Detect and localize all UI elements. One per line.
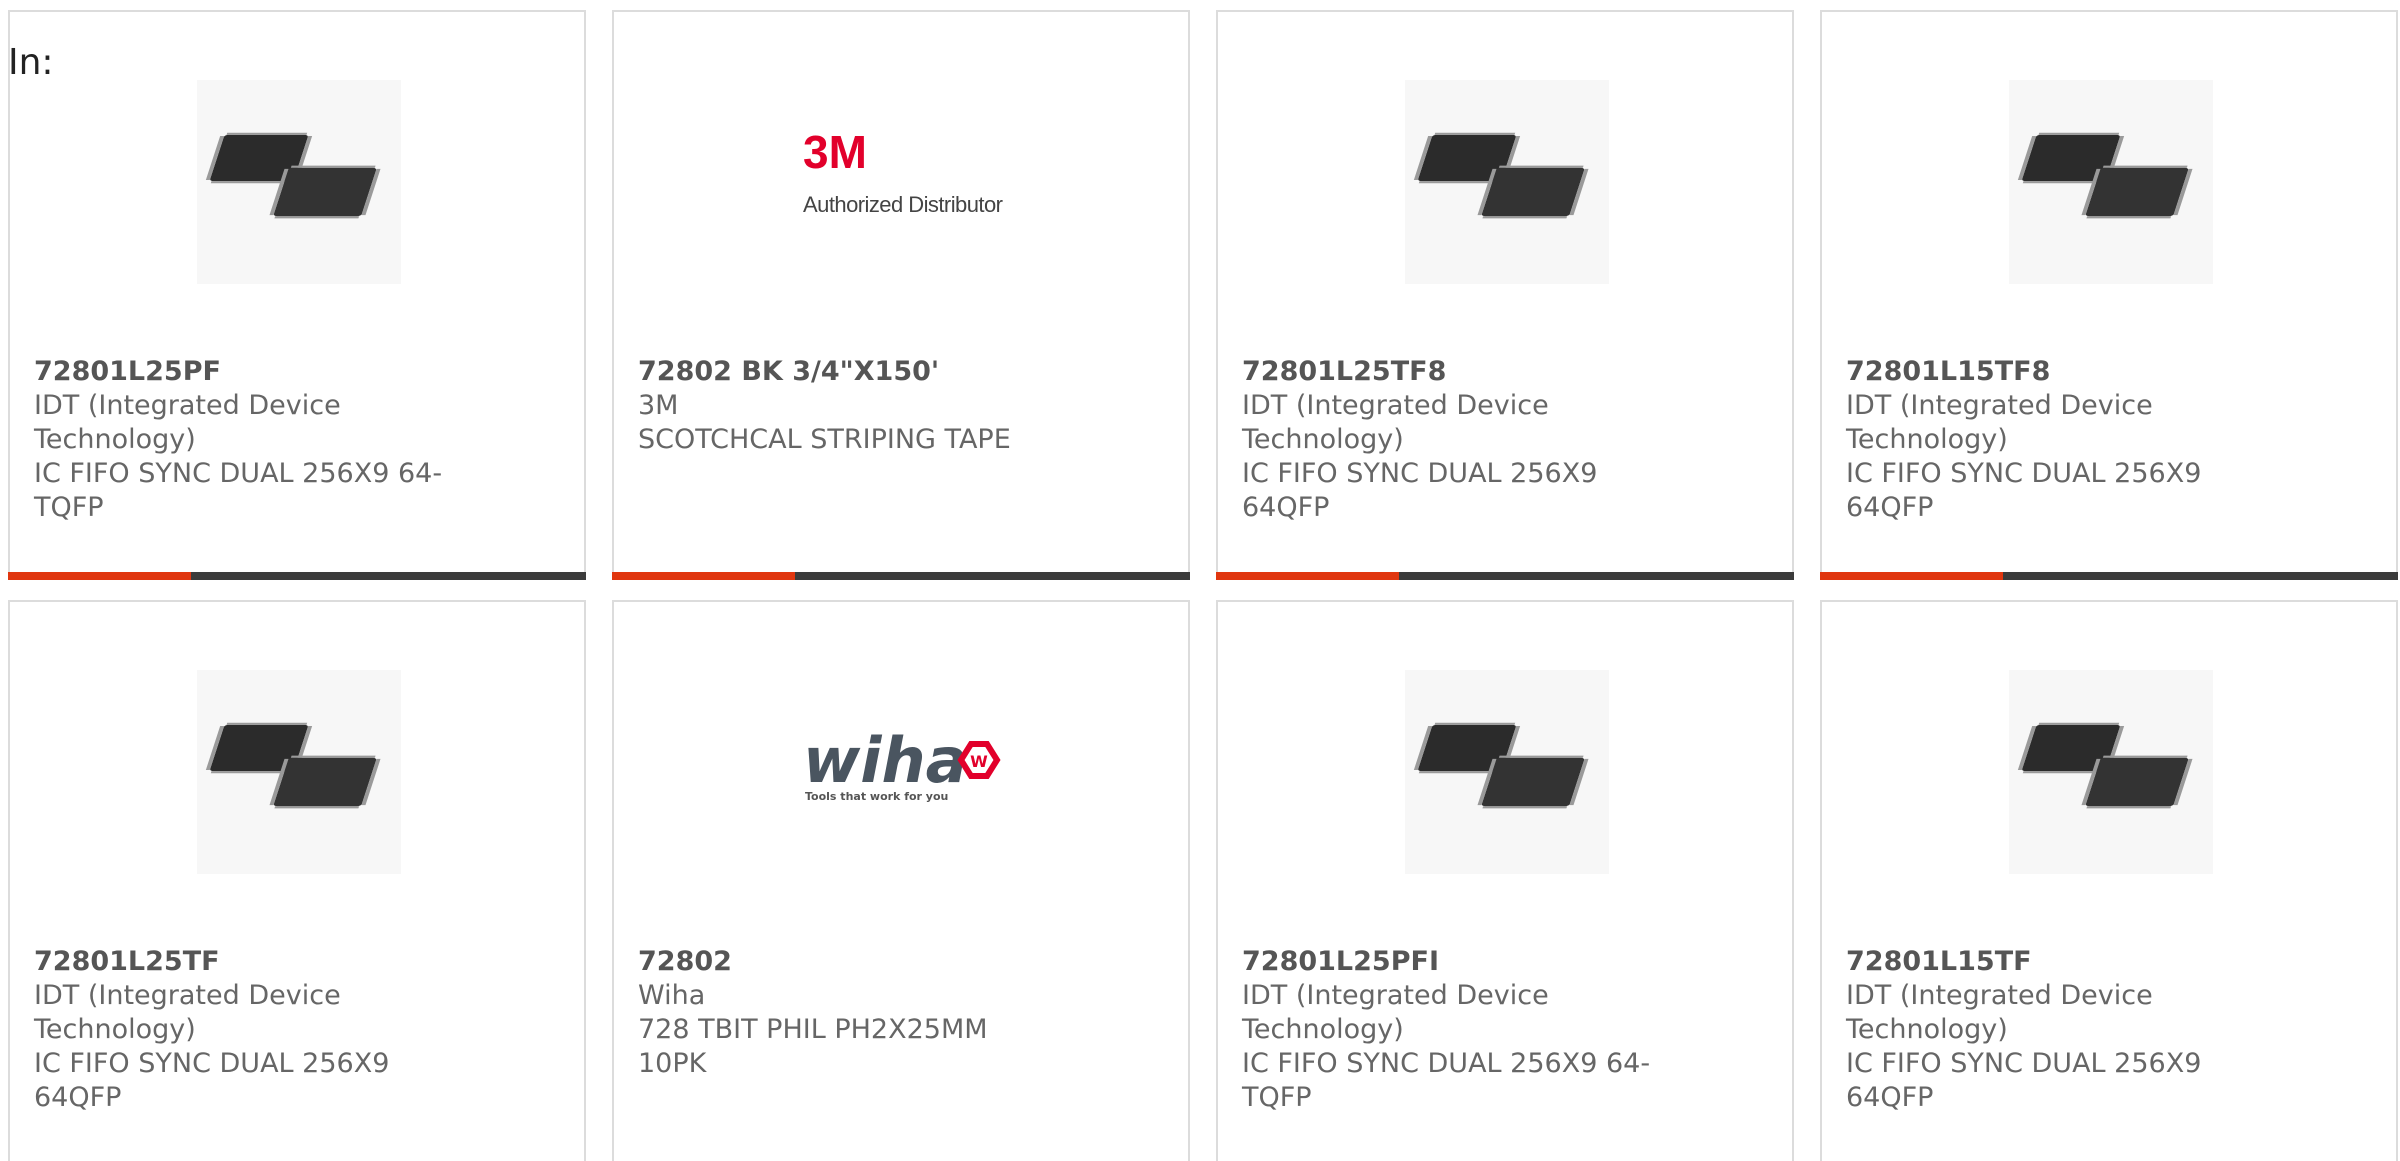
manufacturer: IDT (Integrated Device Technology)	[1846, 390, 2153, 455]
part-number[interactable]: 72801L15TF8	[1846, 355, 2266, 389]
product-info: 72801L25TF IDT (Integrated Device Techno…	[34, 945, 454, 1115]
card-accent-bar	[1216, 572, 1399, 580]
part-number[interactable]: 72801L15TF	[1846, 945, 2266, 979]
product-grid-page: In: 72801L25PF IDT (Integrated Device Te…	[0, 0, 2400, 1161]
manufacturer: IDT (Integrated Device Technology)	[1846, 980, 2153, 1045]
card-accent-bar	[1820, 572, 2003, 580]
card-accent-bar	[612, 572, 795, 580]
product-card[interactable]: 72801L25PFI IDT (Integrated Device Techn…	[1216, 600, 1794, 1161]
manufacturer: IDT (Integrated Device Technology)	[1242, 390, 1549, 455]
description: IC FIFO SYNC DUAL 256X9 64-TQFP	[34, 458, 443, 523]
description: IC FIFO SYNC DUAL 256X9 64-TQFP	[1242, 1048, 1651, 1113]
product-info: 72802 Wiha 728 TBIT PHIL PH2X25MM 10PK	[638, 945, 1058, 1081]
wiha-tagline: Tools that work for you	[805, 790, 948, 803]
qfp-chip-icon	[1405, 80, 1609, 284]
part-number[interactable]: 72801L25TF8	[1242, 355, 1662, 389]
description: 728 TBIT PHIL PH2X25MM 10PK	[638, 1014, 988, 1079]
product-card[interactable]: 72801L25TF8 IDT (Integrated Device Techn…	[1216, 10, 1794, 580]
part-number[interactable]: 72802 BK 3/4"X150'	[638, 355, 1058, 389]
description: IC FIFO SYNC DUAL 256X9 64QFP	[1846, 1048, 2202, 1113]
card-bottom-bar	[1820, 572, 2398, 580]
product-card[interactable]: 72801L25PF IDT (Integrated Device Techno…	[8, 10, 586, 580]
qfp-chip-icon	[197, 670, 401, 874]
product-info: 72802 BK 3/4"X150' 3M SCOTCHCAL STRIPING…	[638, 355, 1058, 457]
3m-logo: 3M Authorized Distributor	[801, 80, 1005, 284]
product-card[interactable]: 72801L15TF8 IDT (Integrated Device Techn…	[1820, 10, 2398, 580]
card-bottom-bar	[612, 572, 1190, 580]
manufacturer: IDT (Integrated Device Technology)	[34, 980, 341, 1045]
part-number[interactable]: 72801L25PF	[34, 355, 454, 389]
product-card[interactable]: 3M Authorized Distributor 72802 BK 3/4"X…	[612, 10, 1190, 580]
product-card[interactable]: wiha W Tools that work for you 72802 Wih…	[612, 600, 1190, 1161]
product-info: 72801L25TF8 IDT (Integrated Device Techn…	[1242, 355, 1662, 525]
product-card[interactable]: 72801L15TF IDT (Integrated Device Techno…	[1820, 600, 2398, 1161]
card-accent-bar	[8, 572, 191, 580]
qfp-chip-icon	[2009, 80, 2213, 284]
manufacturer: 3M	[638, 390, 679, 421]
manufacturer: IDT (Integrated Device Technology)	[1242, 980, 1549, 1045]
product-info: 72801L15TF IDT (Integrated Device Techno…	[1846, 945, 2266, 1115]
card-bottom-bar	[8, 572, 586, 580]
qfp-chip-icon	[2009, 670, 2213, 874]
part-number[interactable]: 72801L25TF	[34, 945, 454, 979]
qfp-chip-icon	[1405, 670, 1609, 874]
3m-logo-text: 3M	[803, 126, 867, 178]
product-info: 72801L25PFI IDT (Integrated Device Techn…	[1242, 945, 1662, 1115]
product-info: 72801L15TF8 IDT (Integrated Device Techn…	[1846, 355, 2266, 525]
description: IC FIFO SYNC DUAL 256X9 64QFP	[1846, 458, 2202, 523]
qfp-chip-icon	[197, 80, 401, 284]
part-number[interactable]: 72802	[638, 945, 1058, 979]
wiha-logo-text: wiha	[803, 724, 968, 797]
wiha-logo: wiha W Tools that work for you	[801, 670, 1005, 874]
part-number[interactable]: 72801L25PFI	[1242, 945, 1662, 979]
product-info: 72801L25PF IDT (Integrated Device Techno…	[34, 355, 454, 525]
description: IC FIFO SYNC DUAL 256X9 64QFP	[1242, 458, 1598, 523]
product-card[interactable]: 72801L25TF IDT (Integrated Device Techno…	[8, 600, 586, 1161]
description: IC FIFO SYNC DUAL 256X9 64QFP	[34, 1048, 390, 1113]
description: SCOTCHCAL STRIPING TAPE	[638, 424, 1011, 455]
manufacturer: IDT (Integrated Device Technology)	[34, 390, 341, 455]
svg-text:W: W	[970, 752, 988, 771]
manufacturer: Wiha	[638, 980, 706, 1011]
in-label: In:	[8, 42, 54, 83]
3m-logo-subtext: Authorized Distributor	[803, 192, 1003, 217]
card-bottom-bar	[1216, 572, 1794, 580]
